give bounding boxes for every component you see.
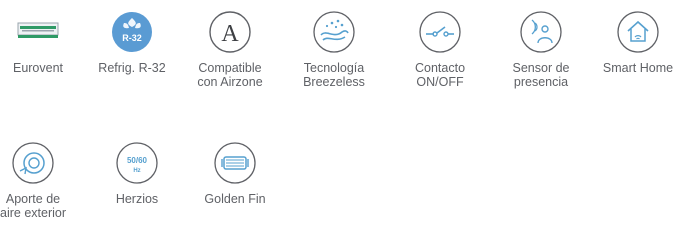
feature-golden-fin: Golden Fin (189, 141, 281, 206)
feature-label: Sensor de (512, 61, 570, 75)
badge-text: R-32 (122, 33, 142, 43)
feature-presence-sensor: Sensor de presencia (495, 10, 587, 89)
feature-hertz: 50/60 Hz Herzios (91, 141, 183, 206)
feature-label: Contacto (414, 61, 466, 75)
feature-label: presencia (513, 75, 569, 89)
feature-label: Smart Home (602, 61, 674, 75)
badge-subtext: Hz (133, 168, 140, 174)
feature-label: Breezeless (303, 75, 365, 89)
breezeless-icon (312, 10, 356, 54)
feature-label: Refrig. R-32 (98, 61, 166, 75)
feature-smart-home: Smart Home (592, 10, 684, 75)
eurovent-icon (16, 10, 60, 54)
airzone-icon: A (208, 10, 252, 54)
feature-label: Tecnología (303, 61, 365, 75)
feature-label: Herzios (115, 192, 159, 206)
golden-fin-icon (213, 141, 257, 185)
feature-label: Eurovent (12, 61, 64, 75)
smart-home-icon (616, 10, 660, 54)
fresh-air-icon (11, 141, 55, 185)
feature-label: Aporte de (5, 192, 61, 206)
hertz-icon: 50/60 Hz (115, 141, 159, 185)
presence-sensor-icon (519, 10, 563, 54)
feature-label: con Airzone (197, 75, 263, 89)
feature-label: aire exterior (0, 206, 66, 220)
badge-text: A (221, 21, 239, 47)
feature-fresh-air: Aporte de aire exterior (0, 141, 79, 220)
on-off-contact-icon (418, 10, 462, 54)
refrigerant-r32-icon: R-32 (110, 10, 154, 54)
badge-text: 50/60 (127, 156, 148, 165)
feature-label: Compatible (198, 61, 262, 75)
feature-label: Golden Fin (204, 192, 266, 206)
feature-label: ON/OFF (416, 75, 464, 89)
feature-breezeless: Tecnología Breezeless (288, 10, 380, 89)
feature-eurovent: Eurovent (0, 10, 84, 75)
feature-airzone: A Compatible con Airzone (184, 10, 276, 89)
feature-refrigerant-r32: R-32 Refrig. R-32 (86, 10, 178, 75)
feature-on-off-contact: Contacto ON/OFF (394, 10, 486, 89)
